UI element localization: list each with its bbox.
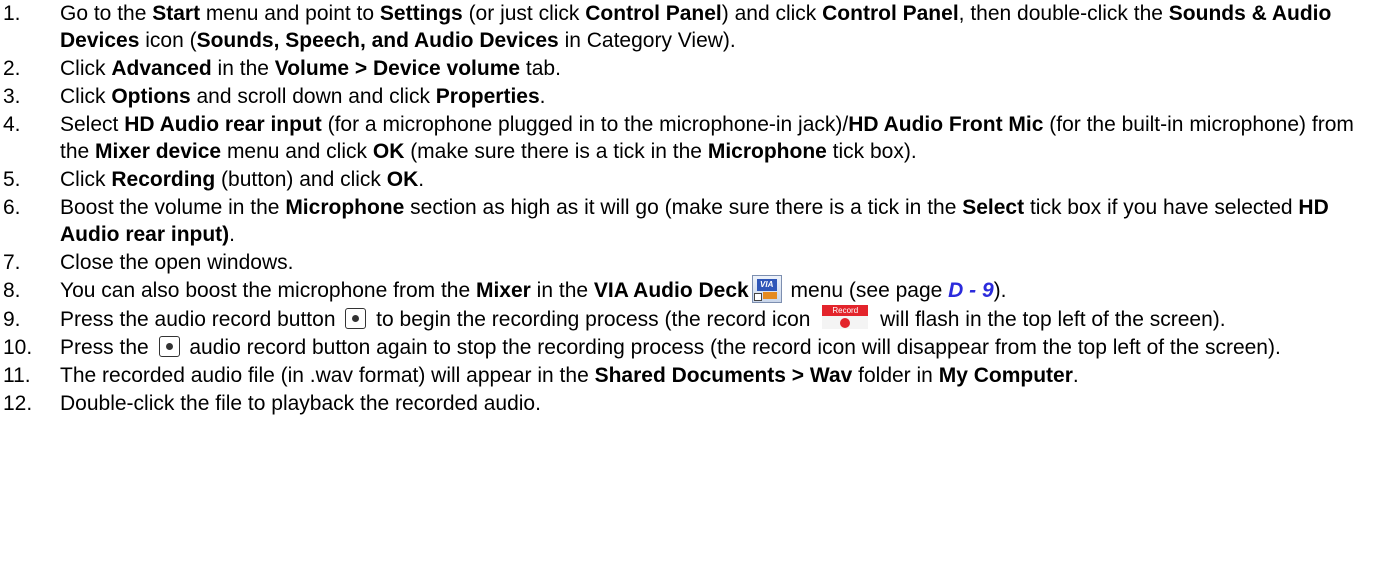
ui-term: Recording xyxy=(111,168,216,191)
step-number: 4. xyxy=(3,113,21,136)
step-text: menu (see page xyxy=(784,279,949,302)
step-text: Go to the xyxy=(60,2,153,25)
ui-term: Mixer xyxy=(475,279,531,302)
ui-term: Advanced xyxy=(111,57,212,80)
step-text: Click xyxy=(60,85,112,108)
ui-term: HD Audio Front Mic xyxy=(848,113,1044,136)
step-text: Select xyxy=(60,113,125,136)
ui-term: OK xyxy=(386,168,419,191)
step-text: Click xyxy=(60,168,112,191)
shortcut-arrow-icon xyxy=(753,293,762,302)
instruction-step: 4. Select HD Audio rear input (for a micr… xyxy=(0,111,1379,165)
instruction-step: 12. Double-click the file to playback the… xyxy=(0,390,1379,417)
step-text: menu and point to xyxy=(200,2,380,25)
step-text: Close the open windows. xyxy=(60,251,294,274)
step-text: icon ( xyxy=(139,29,197,52)
record-button-icon xyxy=(158,336,180,358)
step-text: tab. xyxy=(520,57,561,80)
ui-term: Microphone xyxy=(285,196,405,219)
step-text: (make sure there is a tick in the xyxy=(404,140,708,163)
instruction-step: 1. Go to the Start menu and point to Sett… xyxy=(0,0,1379,54)
page-reference-link[interactable]: D - 9 xyxy=(948,279,994,302)
step-text: to begin the recording process (the reco… xyxy=(370,308,817,332)
instruction-step: 10. Press the audio record button again t… xyxy=(0,334,1379,361)
step-text: Press the audio record button xyxy=(60,308,342,332)
ui-term: VIA Audio Deck xyxy=(593,279,749,302)
step-text: will flash in the top left of the screen… xyxy=(874,308,1226,332)
ui-term: Shared Documents > Wav xyxy=(594,364,853,388)
ui-term: Mixer device xyxy=(95,140,222,163)
ui-term: Options xyxy=(111,85,191,108)
step-text: section as high as it will go (make sure… xyxy=(404,196,963,219)
step-number: 1. xyxy=(3,2,21,25)
instruction-step: 3. Click Options and scroll down and clic… xyxy=(0,83,1379,110)
step-text: Press the xyxy=(60,336,155,360)
ui-term: OK xyxy=(372,140,405,163)
step-text: in the xyxy=(530,279,594,302)
ui-term: Sounds, Speech, and Audio Devices xyxy=(196,29,559,52)
step-text: Click xyxy=(60,57,112,80)
step-number: 11. xyxy=(3,364,31,388)
record-status-icon: Record xyxy=(822,304,869,329)
step-number: 5. xyxy=(3,168,21,191)
record-icon-label: Record xyxy=(822,304,869,316)
step-text: Boost the volume in the xyxy=(60,196,286,219)
instruction-step: 7. Close the open windows. xyxy=(0,249,1379,276)
ui-term: Microphone xyxy=(707,140,827,163)
step-text: folder in xyxy=(852,364,939,388)
step-text: ) and click xyxy=(721,2,823,25)
instruction-step: 5. Click Recording (button) and click OK. xyxy=(0,166,1379,193)
instruction-step: 9. Press the audio record button to begin… xyxy=(0,304,1379,333)
step-number: 8. xyxy=(3,279,21,302)
step-text: tick box if you have selected xyxy=(1024,196,1299,219)
step-text: (button) and click xyxy=(215,168,387,191)
step-number: 10. xyxy=(3,336,33,360)
step-text: . xyxy=(229,223,236,246)
ui-term: Control Panel xyxy=(585,2,722,25)
step-number: 7. xyxy=(3,251,21,274)
instruction-step: 11. The recorded audio file (in .wav form… xyxy=(0,362,1379,389)
instruction-step: 6. Boost the volume in the Microphone sec… xyxy=(0,194,1379,248)
step-text: . xyxy=(539,85,546,108)
via-audio-deck-icon: VIA xyxy=(751,275,782,304)
step-text: tick box). xyxy=(826,140,917,163)
step-text: . xyxy=(1072,364,1079,388)
step-text: ). xyxy=(993,279,1007,302)
step-number: 12. xyxy=(3,392,33,416)
step-text: in the xyxy=(211,57,275,80)
step-text: , then double-click the xyxy=(958,2,1169,25)
step-text: (or just click xyxy=(462,2,586,25)
step-number: 2. xyxy=(3,57,21,80)
instruction-step: 2. Click Advanced in the Volume > Device … xyxy=(0,55,1379,82)
record-button-icon xyxy=(345,308,367,330)
ui-term: Start xyxy=(152,2,201,25)
step-text: audio record button again to stop the re… xyxy=(183,336,1281,360)
step-number: 9. xyxy=(3,308,21,332)
instruction-step: 8. You can also boost the microphone from… xyxy=(0,275,1379,305)
step-text: and scroll down and click xyxy=(190,85,436,108)
via-logo-mark: VIA xyxy=(756,279,777,292)
ui-term: Properties xyxy=(435,85,540,108)
step-number: 6. xyxy=(3,196,21,219)
ui-term: HD Audio rear input xyxy=(124,113,322,136)
via-deck-bar xyxy=(762,292,777,300)
step-text: You can also boost the microphone from t… xyxy=(60,279,476,302)
step-text: . xyxy=(418,168,425,191)
step-text: menu and click xyxy=(221,140,373,163)
ui-term: Select xyxy=(962,196,1025,219)
step-number: 3. xyxy=(3,85,21,108)
step-text: Double-click the file to playback the re… xyxy=(60,392,541,416)
step-text: in Category View). xyxy=(558,29,736,52)
ui-term: Control Panel xyxy=(822,2,959,25)
instruction-list: 1. Go to the Start menu and point to Sett… xyxy=(0,0,1379,418)
step-text: The recorded audio file (in .wav format)… xyxy=(60,364,595,388)
ui-term: My Computer xyxy=(938,364,1073,388)
step-text: (for a microphone plugged in to the micr… xyxy=(321,113,849,136)
ui-term: Volume > Device volume xyxy=(274,57,521,80)
ui-term: Settings xyxy=(379,2,463,25)
